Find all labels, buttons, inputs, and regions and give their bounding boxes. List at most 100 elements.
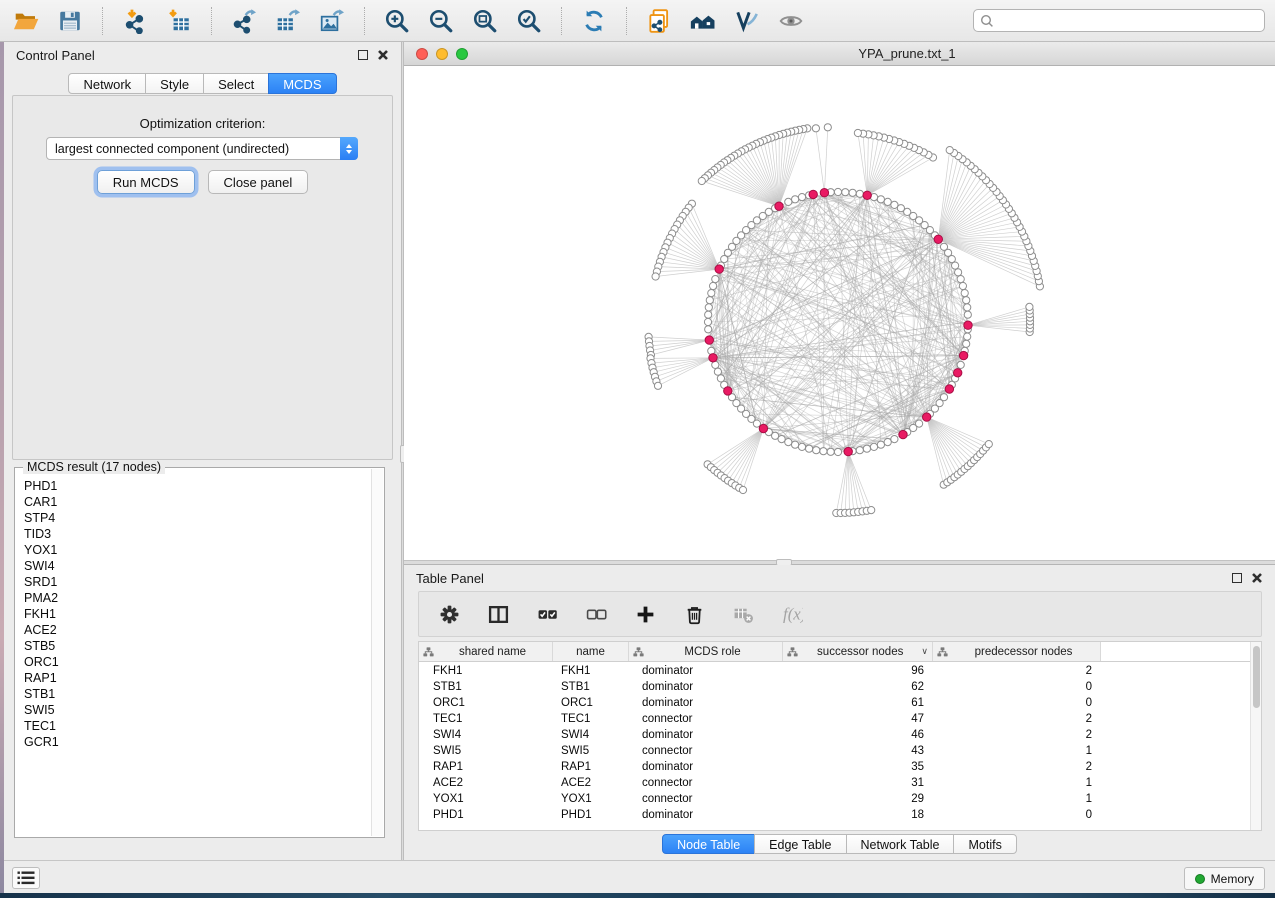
- graph-node[interactable]: [964, 311, 971, 318]
- column-header-name[interactable]: name: [553, 642, 629, 661]
- mcds-result-item[interactable]: ACE2: [16, 622, 370, 638]
- apply-layout-icon[interactable]: [578, 5, 610, 37]
- mcds-result-item[interactable]: PMA2: [16, 590, 370, 606]
- graph-node[interactable]: [868, 507, 875, 514]
- graph-node[interactable]: [946, 147, 953, 154]
- graph-node[interactable]: [870, 443, 877, 450]
- mcds-result-list[interactable]: PHD1CAR1STP4TID3YOX1SWI4SRD1PMA2FKH1ACE2…: [16, 478, 370, 835]
- graph-node[interactable]: [961, 290, 968, 297]
- zoom-selected-icon[interactable]: [513, 5, 545, 37]
- mcds-result-item[interactable]: PHD1: [16, 478, 370, 494]
- graph-node[interactable]: [739, 486, 746, 493]
- graph-node[interactable]: [792, 196, 799, 203]
- mcds-result-item[interactable]: ORC1: [16, 654, 370, 670]
- graph-mcds-node[interactable]: [759, 424, 767, 432]
- table-row[interactable]: FKH1FKH1dominator962: [419, 663, 1250, 679]
- graph-node[interactable]: [877, 196, 884, 203]
- column-header-MCDS-role[interactable]: MCDS role: [629, 642, 783, 661]
- window-close-icon[interactable]: [416, 48, 428, 60]
- graph-node[interactable]: [806, 445, 813, 452]
- graph-node[interactable]: [652, 273, 659, 280]
- graph-node[interactable]: [856, 190, 863, 197]
- open-file-icon[interactable]: [10, 5, 42, 37]
- window-zoom-icon[interactable]: [456, 48, 468, 60]
- tab-network[interactable]: Network: [68, 73, 146, 94]
- graph-node[interactable]: [877, 441, 884, 448]
- delete-row-icon[interactable]: [682, 602, 706, 626]
- mcds-result-item[interactable]: CAR1: [16, 494, 370, 510]
- graph-node[interactable]: [705, 304, 712, 311]
- graph-node[interactable]: [704, 318, 711, 325]
- search-input[interactable]: [994, 10, 1264, 31]
- graph-node[interactable]: [798, 194, 805, 201]
- graph-node[interactable]: [891, 436, 898, 443]
- graph-node[interactable]: [698, 177, 705, 184]
- optimization-criterion-select[interactable]: largest connected component (undirected): [46, 137, 358, 160]
- graph-node[interactable]: [827, 448, 834, 455]
- save-session-icon[interactable]: [54, 5, 86, 37]
- table-row[interactable]: SWI5SWI5connector431: [419, 743, 1250, 759]
- table-row[interactable]: PHD1PHD1dominator180: [419, 807, 1250, 823]
- float-table-panel-icon[interactable]: [1232, 573, 1242, 583]
- close-table-panel-icon[interactable]: [1251, 572, 1263, 584]
- network-graph-canvas[interactable]: [404, 66, 1275, 560]
- settings-icon[interactable]: [437, 602, 461, 626]
- mcds-result-item[interactable]: STP4: [16, 510, 370, 526]
- graph-node[interactable]: [963, 340, 970, 347]
- table-row[interactable]: SWI4SWI4dominator462: [419, 727, 1250, 743]
- show-panels-button[interactable]: [12, 867, 40, 889]
- mcds-result-item[interactable]: FKH1: [16, 606, 370, 622]
- graph-node[interactable]: [940, 394, 947, 401]
- clone-network-icon[interactable]: [643, 5, 675, 37]
- graph-node[interactable]: [863, 445, 870, 452]
- annotations-icon[interactable]: [731, 5, 763, 37]
- zoom-fit-icon[interactable]: [469, 5, 501, 37]
- mcds-result-item[interactable]: STB5: [16, 638, 370, 654]
- graph-node[interactable]: [856, 447, 863, 454]
- mcds-result-item[interactable]: GCR1: [16, 734, 370, 750]
- column-header-predecessor-nodes[interactable]: predecessor nodes: [933, 642, 1101, 661]
- tab-node-table[interactable]: Node Table: [662, 834, 755, 854]
- graph-node[interactable]: [708, 290, 715, 297]
- graph-node[interactable]: [963, 297, 970, 304]
- graph-node[interactable]: [714, 368, 721, 375]
- window-minimize-icon[interactable]: [436, 48, 448, 60]
- graph-node[interactable]: [710, 282, 717, 289]
- graph-node[interactable]: [916, 420, 923, 427]
- graph-node[interactable]: [842, 189, 849, 196]
- graph-node[interactable]: [891, 201, 898, 208]
- tab-motifs[interactable]: Motifs: [953, 834, 1016, 854]
- graph-node[interactable]: [792, 441, 799, 448]
- add-row-icon[interactable]: [633, 602, 657, 626]
- mcds-result-item[interactable]: RAP1: [16, 670, 370, 686]
- graph-node[interactable]: [854, 129, 861, 136]
- graph-mcds-node[interactable]: [934, 235, 942, 243]
- graph-mcds-node[interactable]: [775, 202, 783, 210]
- graph-node[interactable]: [785, 439, 792, 446]
- graph-node[interactable]: [884, 198, 891, 205]
- graph-node[interactable]: [959, 282, 966, 289]
- table-row[interactable]: YOX1YOX1connector291: [419, 791, 1250, 807]
- graph-mcds-node[interactable]: [954, 369, 962, 377]
- export-network-icon[interactable]: [228, 5, 260, 37]
- graph-node[interactable]: [985, 441, 992, 448]
- mcds-result-item[interactable]: SWI4: [16, 558, 370, 574]
- graph-mcds-node[interactable]: [715, 265, 723, 273]
- graph-mcds-node[interactable]: [809, 190, 817, 198]
- close-panel-button[interactable]: Close panel: [208, 170, 309, 194]
- mcds-result-item[interactable]: STB1: [16, 686, 370, 702]
- graph-node[interactable]: [957, 276, 964, 283]
- tab-select[interactable]: Select: [203, 73, 269, 94]
- tab-network-table[interactable]: Network Table: [846, 834, 955, 854]
- select-all-icon[interactable]: [535, 602, 559, 626]
- tab-style[interactable]: Style: [145, 73, 204, 94]
- graph-node[interactable]: [940, 243, 947, 250]
- graph-node[interactable]: [813, 447, 820, 454]
- graph-node[interactable]: [957, 361, 964, 368]
- run-mcds-button[interactable]: Run MCDS: [97, 170, 195, 194]
- graph-mcds-node[interactable]: [863, 191, 871, 199]
- mcds-result-item[interactable]: YOX1: [16, 542, 370, 558]
- graph-node[interactable]: [785, 198, 792, 205]
- graph-mcds-node[interactable]: [923, 413, 931, 421]
- graph-node[interactable]: [964, 333, 971, 340]
